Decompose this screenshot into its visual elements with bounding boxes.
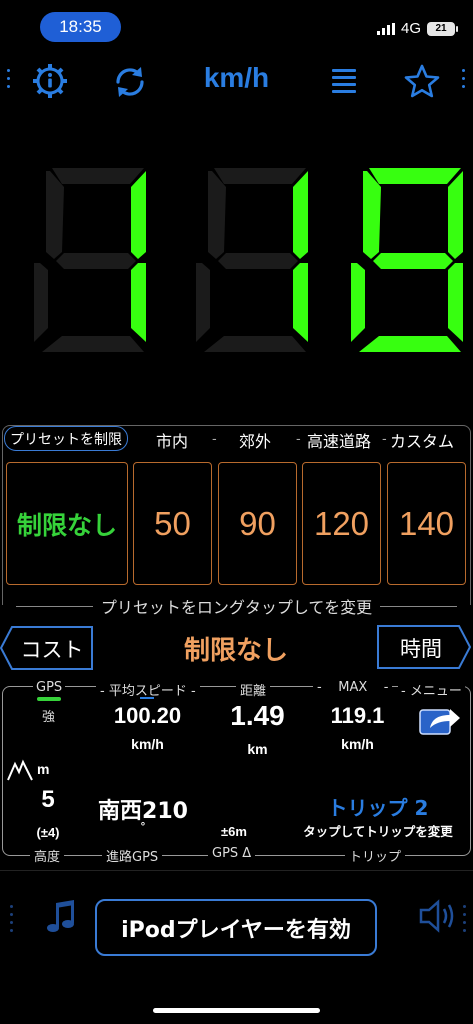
altitude-label: 高度: [30, 846, 65, 865]
segment-g: [218, 253, 298, 269]
distance-unit: km: [247, 741, 268, 757]
segment-f: [208, 171, 226, 259]
preset-city-button[interactable]: 50: [133, 462, 212, 585]
trip-hint[interactable]: タップしてトリップを変更: [284, 821, 472, 840]
gps-label: GPS: [33, 680, 66, 695]
speaker-icon[interactable]: [418, 898, 458, 934]
preset-header-city: 市内: [156, 432, 189, 451]
preset-suburb-button[interactable]: 90: [218, 462, 297, 585]
trip-selector[interactable]: トリップ 2: [300, 792, 456, 821]
max-header: - MAX -: [313, 680, 393, 695]
star-icon[interactable]: [404, 63, 440, 99]
segment-b: [448, 171, 463, 259]
ipod-player-button[interactable]: iPodプレイヤーを有効: [95, 899, 377, 956]
heading-unit: °: [140, 821, 146, 833]
avg-speed-value: 100.20: [113, 703, 182, 728]
max-speed-value: 119.1: [330, 703, 385, 728]
segment-c: [448, 263, 463, 342]
altitude-mountain-icon: [7, 759, 33, 781]
distance-label: 距離: [236, 680, 271, 699]
bottom-right-drag-handle-icon[interactable]: [463, 905, 467, 937]
altitude-accuracy: (±4): [36, 825, 60, 840]
speed-unit-label[interactable]: km/h: [170, 62, 303, 94]
altitude-unit: m: [37, 761, 50, 777]
segment-e: [196, 263, 210, 342]
altitude-value: 5: [41, 786, 55, 813]
left-drag-handle-icon[interactable]: [7, 69, 11, 93]
current-limit-text: 制限なし: [183, 636, 288, 666]
preset-hint: プリセットをロングタップしてを変更: [0, 594, 473, 618]
menu-header: - メニュー: [398, 680, 465, 699]
segment-a: [369, 168, 461, 184]
menu-label: メニュー: [409, 684, 462, 699]
avg-speed-indicator: [140, 697, 154, 699]
signal-icon: [376, 22, 395, 35]
share-menu-icon[interactable]: [418, 702, 462, 738]
preset-no-limit-button[interactable]: 制限なし: [6, 462, 128, 585]
segment-c: [131, 263, 146, 342]
cost-button-label[interactable]: コスト: [13, 634, 91, 664]
music-note-icon[interactable]: [46, 900, 76, 934]
preset-hint-text: プリセットをロングタップしてを変更: [100, 598, 373, 617]
preset-header-custom: カスタム: [390, 432, 455, 451]
segment-g: [373, 253, 453, 269]
segment-f: [46, 171, 64, 259]
segment-d: [359, 336, 461, 352]
speed-display: [34, 168, 463, 352]
distance-value: 1.49: [230, 700, 285, 731]
segment-c: [293, 263, 308, 342]
trip-label: トリップ: [345, 846, 406, 865]
segment-d: [42, 336, 144, 352]
segment-e: [351, 263, 365, 342]
gps-delta-value: ±6m: [221, 824, 247, 839]
status-indicators: 4G 21: [376, 20, 458, 37]
refresh-icon[interactable]: [112, 64, 148, 100]
segment-b: [131, 171, 146, 259]
preset-separator: -: [296, 432, 301, 447]
status-time: 18:35: [40, 12, 121, 42]
battery-icon: 21: [427, 21, 458, 36]
preset-custom-button[interactable]: 140: [387, 462, 466, 585]
segment-f: [363, 171, 381, 259]
speed-digit-1: [34, 168, 146, 352]
segment-a: [52, 168, 144, 184]
gps-delta-label: GPS Δ: [208, 846, 256, 861]
right-drag-handle-icon[interactable]: [462, 69, 466, 93]
gps-strength-bar: [37, 697, 61, 701]
segment-e: [34, 263, 48, 342]
preset-separator: -: [212, 432, 217, 447]
speed-digit-2: [196, 168, 308, 352]
preset-highway-button[interactable]: 120: [302, 462, 381, 585]
preset-limit-header[interactable]: プリセットを制限: [4, 426, 128, 451]
time-button-label[interactable]: 時間: [381, 633, 461, 663]
preset-header-highway: 高速道路: [307, 432, 372, 451]
heading-gps-label: 進路GPS: [102, 846, 163, 865]
max-label: MAX: [338, 680, 368, 695]
bottom-divider: [0, 870, 473, 871]
speed-digit-3: [351, 168, 463, 352]
segment-g: [56, 253, 136, 269]
segment-d: [204, 336, 306, 352]
avg-speed-unit: km/h: [131, 736, 164, 752]
battery-level: 21: [435, 23, 447, 34]
preset-header-suburb: 郊外: [239, 432, 272, 451]
preset-separator: -: [382, 432, 387, 447]
max-speed-unit: km/h: [341, 736, 374, 752]
bottom-left-drag-handle-icon[interactable]: [10, 905, 14, 937]
list-icon[interactable]: [331, 67, 357, 95]
home-indicator: [153, 1008, 320, 1013]
gps-strength: 強: [42, 710, 56, 725]
segment-a: [214, 168, 306, 184]
segment-b: [293, 171, 308, 259]
info-gear-icon[interactable]: [31, 62, 69, 100]
network-type: 4G: [400, 20, 421, 37]
